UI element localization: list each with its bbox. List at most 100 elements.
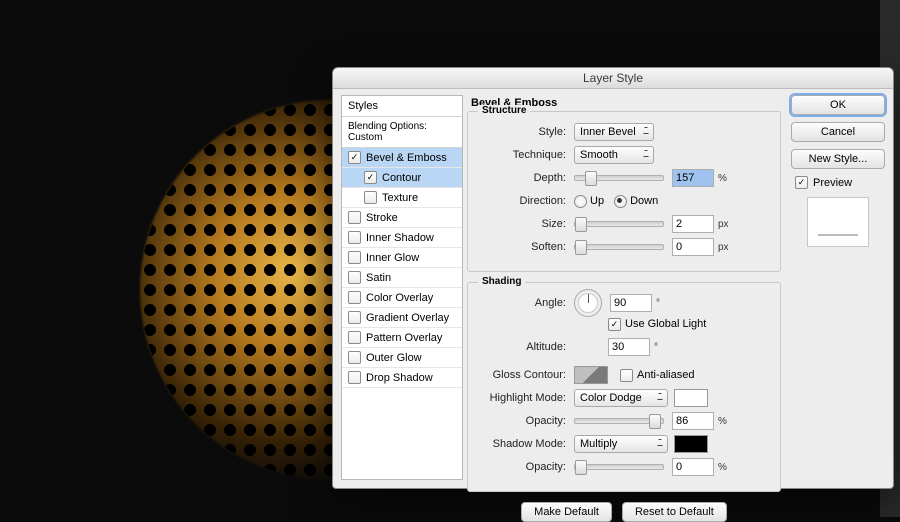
direction-down-radio[interactable] xyxy=(614,195,627,208)
global-light-label: Use Global Light xyxy=(625,318,706,330)
shading-label: Shading xyxy=(478,276,525,287)
direction-label: Direction: xyxy=(476,195,566,207)
shadow-mode-label: Shadow Mode: xyxy=(476,438,566,450)
style-row-label: Inner Shadow xyxy=(366,232,434,244)
style-checkbox[interactable] xyxy=(348,271,361,284)
shadow-opacity-slider[interactable] xyxy=(574,464,664,470)
style-row-label: Stroke xyxy=(366,212,398,224)
shadow-opacity-input[interactable] xyxy=(672,458,714,476)
style-checkbox[interactable] xyxy=(348,151,361,164)
style-checkbox[interactable] xyxy=(348,231,361,244)
style-label: Style: xyxy=(476,126,566,138)
highlight-color-swatch[interactable] xyxy=(674,389,708,407)
gloss-contour-picker[interactable] xyxy=(574,366,608,384)
style-row-bevel-emboss[interactable]: Bevel & Emboss xyxy=(342,148,462,168)
highlight-opacity-input[interactable] xyxy=(672,412,714,430)
depth-slider[interactable] xyxy=(574,175,664,181)
highlight-mode-label: Highlight Mode: xyxy=(476,392,566,404)
style-row-inner-shadow[interactable]: Inner Shadow xyxy=(342,228,462,248)
structure-label: Structure xyxy=(478,105,530,116)
highlight-mode-select[interactable]: Color Dodge xyxy=(574,389,668,407)
style-row-label: Contour xyxy=(382,172,421,184)
style-checkbox[interactable] xyxy=(348,331,361,344)
angle-dial[interactable] xyxy=(574,289,602,317)
highlight-opacity-slider[interactable] xyxy=(574,418,664,424)
direction-up-radio[interactable] xyxy=(574,195,587,208)
altitude-input[interactable] xyxy=(608,338,650,356)
style-row-label: Pattern Overlay xyxy=(366,332,442,344)
layer-style-dialog: Layer Style Styles Blending Options: Cus… xyxy=(332,67,894,489)
style-row-label: Outer Glow xyxy=(366,352,422,364)
style-row-gradient-overlay[interactable]: Gradient Overlay xyxy=(342,308,462,328)
style-checkbox[interactable] xyxy=(364,171,377,184)
angle-degree: ° xyxy=(656,298,660,309)
anti-aliased-checkbox[interactable] xyxy=(620,369,633,382)
effect-settings: Bevel & Emboss Structure Style: Inner Be… xyxy=(467,95,781,480)
ok-button[interactable]: OK xyxy=(791,95,885,115)
soften-input[interactable] xyxy=(672,238,714,256)
style-row-label: Drop Shadow xyxy=(366,372,433,384)
reset-default-button[interactable]: Reset to Default xyxy=(622,502,727,522)
style-checkbox[interactable] xyxy=(348,211,361,224)
style-row-label: Inner Glow xyxy=(366,252,419,264)
shadow-color-swatch[interactable] xyxy=(674,435,708,453)
global-light-checkbox[interactable] xyxy=(608,318,621,331)
style-row-contour[interactable]: Contour xyxy=(342,168,462,188)
depth-label: Depth: xyxy=(476,172,566,184)
technique-select[interactable]: Smooth xyxy=(574,146,654,164)
size-input[interactable] xyxy=(672,215,714,233)
style-row-label: Gradient Overlay xyxy=(366,312,449,324)
depth-unit: % xyxy=(718,173,727,184)
style-row-drop-shadow[interactable]: Drop Shadow xyxy=(342,368,462,388)
shadow-mode-select[interactable]: Multiply xyxy=(574,435,668,453)
style-row-color-overlay[interactable]: Color Overlay xyxy=(342,288,462,308)
altitude-degree: ° xyxy=(654,342,658,353)
style-row-outer-glow[interactable]: Outer Glow xyxy=(342,348,462,368)
dialog-side-buttons: OK Cancel New Style... Preview xyxy=(791,95,885,247)
structure-group: Structure Style: Inner Bevel Technique: … xyxy=(467,111,781,272)
preview-checkbox[interactable] xyxy=(795,176,808,189)
gloss-contour-label: Gloss Contour: xyxy=(476,369,566,381)
styles-header[interactable]: Styles xyxy=(342,96,462,117)
style-select[interactable]: Inner Bevel xyxy=(574,123,654,141)
cancel-button[interactable]: Cancel xyxy=(791,122,885,142)
style-row-texture[interactable]: Texture xyxy=(342,188,462,208)
style-checkbox[interactable] xyxy=(348,371,361,384)
style-checkbox[interactable] xyxy=(348,251,361,264)
style-row-label: Texture xyxy=(382,192,418,204)
altitude-label: Altitude: xyxy=(476,341,566,353)
highlight-opacity-label: Opacity: xyxy=(476,415,566,427)
style-checkbox[interactable] xyxy=(348,291,361,304)
soften-unit: px xyxy=(718,242,729,253)
style-checkbox[interactable] xyxy=(348,351,361,364)
technique-label: Technique: xyxy=(476,149,566,161)
size-label: Size: xyxy=(476,218,566,230)
style-row-label: Color Overlay xyxy=(366,292,433,304)
style-checkbox[interactable] xyxy=(348,311,361,324)
dialog-title[interactable]: Layer Style xyxy=(333,68,893,89)
depth-input[interactable] xyxy=(672,169,714,187)
shading-group: Shading Angle: ° Use Global Lig xyxy=(467,282,781,492)
preview-swatch xyxy=(807,197,869,247)
make-default-button[interactable]: Make Default xyxy=(521,502,612,522)
style-row-stroke[interactable]: Stroke xyxy=(342,208,462,228)
shadow-opacity-label: Opacity: xyxy=(476,461,566,473)
angle-label: Angle: xyxy=(476,297,566,309)
blending-options-row[interactable]: Blending Options: Custom xyxy=(342,117,462,148)
size-slider[interactable] xyxy=(574,221,664,227)
style-row-pattern-overlay[interactable]: Pattern Overlay xyxy=(342,328,462,348)
soften-slider[interactable] xyxy=(574,244,664,250)
anti-aliased-label: Anti-aliased xyxy=(637,369,694,381)
direction-down-label: Down xyxy=(630,195,658,207)
preview-label: Preview xyxy=(813,177,852,189)
soften-label: Soften: xyxy=(476,241,566,253)
style-checkbox[interactable] xyxy=(364,191,377,204)
style-row-satin[interactable]: Satin xyxy=(342,268,462,288)
style-row-label: Bevel & Emboss xyxy=(366,152,447,164)
new-style-button[interactable]: New Style... xyxy=(791,149,885,169)
style-row-inner-glow[interactable]: Inner Glow xyxy=(342,248,462,268)
angle-input[interactable] xyxy=(610,294,652,312)
styles-list: Styles Blending Options: Custom Bevel & … xyxy=(341,95,463,480)
style-row-label: Satin xyxy=(366,272,391,284)
size-unit: px xyxy=(718,219,729,230)
